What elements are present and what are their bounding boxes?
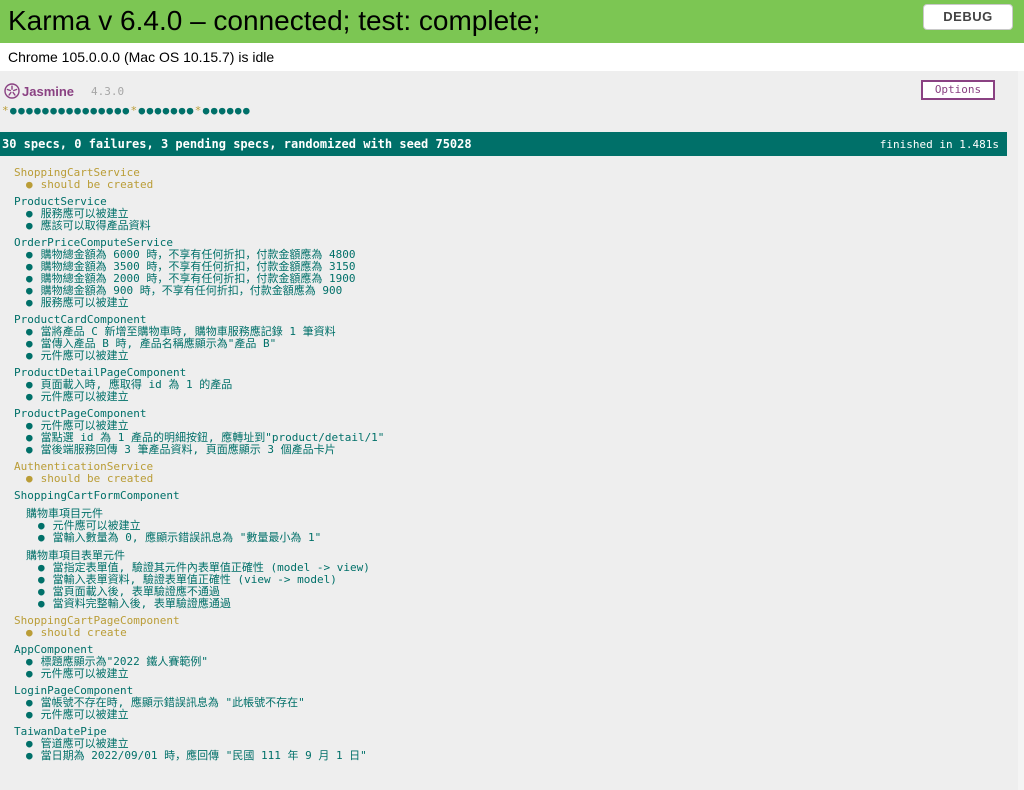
jasmine-reporter: Jasmine 4.3.0 Options *●●●●●●●●●●●●●●●*●… xyxy=(0,71,1018,790)
pending-symbol: * xyxy=(194,104,203,117)
nested-suite-holder: 購物車項目元件 ● 元件應可以被建立 ● 當輸入數量為 0, 應顯示錯誤訊息為 "數… xyxy=(14,508,384,544)
bullet-icon: ● xyxy=(26,296,33,309)
suite: 購物車項目元件 ● 元件應可以被建立 ● 當輸入數量為 0, 應顯示錯誤訊息為 "數… xyxy=(26,508,384,544)
spec-label: 元件應可以被建立 xyxy=(34,349,129,362)
spec-label: should be created xyxy=(34,472,154,485)
suite: ProductService ● 服務應可以被建立 ● 應該可以取得產品資料 xyxy=(14,196,384,232)
spec-item[interactable]: ● 當後端服務回傳 3 筆產品資料, 頁面應顯示 3 個產品卡片 xyxy=(26,444,384,456)
bullet-icon: ● xyxy=(26,667,33,680)
bullet-icon: ● xyxy=(26,390,33,403)
passed-symbol: ● xyxy=(170,104,179,117)
passed-symbol: ● xyxy=(202,104,211,117)
passed-symbol: ● xyxy=(10,104,19,117)
spec-item[interactable]: ● 當資料完整輸入後, 表單驗證應通過 xyxy=(38,598,384,610)
suite: ShoppingCartFormComponent 購物車項目元件 ● 元件應可以被… xyxy=(14,490,384,610)
spec-label: 當資料完整輸入後, 表單驗證應通過 xyxy=(46,597,231,610)
pending-symbol: * xyxy=(130,104,139,117)
spec-item[interactable]: ● 元件應可以被建立 xyxy=(26,709,384,721)
browser-status: Chrome 105.0.0.0 (Mac OS 10.15.7) is idl… xyxy=(8,49,275,65)
suite: 購物車項目表單元件 ● 當指定表單值, 驗證其元件內表單值正確性 (model -… xyxy=(26,550,384,610)
passed-symbol: ● xyxy=(42,104,51,117)
suite: ShoppingCartService ● should be created xyxy=(14,167,384,191)
spec-label: 應該可以取得產品資料 xyxy=(34,219,151,232)
passed-symbol: ● xyxy=(226,104,235,117)
passed-symbol: ● xyxy=(218,104,227,117)
spec-item[interactable]: ● 元件應可以被建立 xyxy=(26,391,384,403)
suite: TaiwanDatePipe ● 管道應可以被建立 ● 當日期為 2022/09/0… xyxy=(14,726,384,762)
karma-status-title: Karma v 6.4.0 – connected; test: complet… xyxy=(8,5,541,36)
jasmine-logo: Jasmine xyxy=(4,83,74,99)
suite: ProductCardComponent ● 當將產品 C 新增至購物車時, 購物… xyxy=(14,314,384,362)
spec-item[interactable]: ● 元件應可以被建立 xyxy=(26,668,384,680)
pending-symbol: * xyxy=(2,104,11,117)
spec-label: 當日期為 2022/09/01 時，應回傳 "民國 111 年 9 月 1 日" xyxy=(34,749,367,762)
spec-label: 元件應可以被建立 xyxy=(34,708,129,721)
spec-item[interactable]: ● should create xyxy=(26,627,384,639)
passed-symbol: ● xyxy=(210,104,219,117)
passed-symbol: ● xyxy=(146,104,155,117)
spec-item[interactable]: ● should be created xyxy=(26,473,384,485)
passed-symbol: ● xyxy=(18,104,27,117)
page-scrollbar[interactable] xyxy=(1018,71,1024,790)
suite-title-link[interactable]: ShoppingCartFormComponent xyxy=(14,490,384,502)
spec-dot-symbols: *●●●●●●●●●●●●●●●*●●●●●●●*●●●●●● xyxy=(2,104,251,118)
passed-symbol: ● xyxy=(242,104,251,117)
spec-label: should be created xyxy=(34,178,154,191)
bullet-icon: ● xyxy=(26,443,33,456)
spec-item[interactable]: ● 服務應可以被建立 xyxy=(26,297,384,309)
spec-label: should create xyxy=(34,626,127,639)
passed-symbol: ● xyxy=(162,104,171,117)
options-button[interactable]: Options xyxy=(921,80,995,100)
spec-label: 服務應可以被建立 xyxy=(34,296,129,309)
suite: AuthenticationService ● should be created xyxy=(14,461,384,485)
bullet-icon: ● xyxy=(26,749,33,762)
bullet-icon: ● xyxy=(26,626,33,639)
jasmine-flower-icon xyxy=(4,83,20,99)
suite: AppComponent ● 標題應顯示為"2022 鐵人賽範例" ● 元件應可以被… xyxy=(14,644,384,680)
passed-symbol: ● xyxy=(50,104,59,117)
suite: ProductDetailPageComponent ● 頁面載入時, 應取得 i… xyxy=(14,367,384,403)
summary-text: 30 specs, 0 failures, 3 pending specs, r… xyxy=(2,137,472,151)
summary-bar: 30 specs, 0 failures, 3 pending specs, r… xyxy=(0,132,1007,156)
passed-symbol: ● xyxy=(186,104,195,117)
debug-button[interactable]: DEBUG xyxy=(923,4,1013,30)
spec-label: 元件應可以被建立 xyxy=(34,390,129,403)
spec-label: 當後端服務回傳 3 筆產品資料, 頁面應顯示 3 個產品卡片 xyxy=(34,443,336,456)
jasmine-logo-text: Jasmine xyxy=(22,83,75,99)
nested-suite-holder: 購物車項目表單元件 ● 當指定表單值, 驗證其元件內表單值正確性 (model -… xyxy=(14,550,384,610)
spec-label: 元件應可以被建立 xyxy=(34,667,129,680)
suite: ProductPageComponent ● 元件應可以被建立 ● 當點選 id 為… xyxy=(14,408,384,456)
bullet-icon: ● xyxy=(26,178,33,191)
spec-item[interactable]: ● 當輸入數量為 0, 應顯示錯誤訊息為 "數量最小為 1" xyxy=(38,532,384,544)
passed-symbol: ● xyxy=(178,104,187,117)
duration-text: finished in 1.481s xyxy=(879,138,999,151)
passed-symbol: ● xyxy=(234,104,243,117)
passed-symbol: ● xyxy=(138,104,147,117)
passed-symbol: ● xyxy=(122,104,131,117)
karma-banner: Karma v 6.4.0 – connected; test: complet… xyxy=(0,0,1024,43)
passed-symbol: ● xyxy=(34,104,43,117)
passed-symbol: ● xyxy=(154,104,163,117)
bullet-icon: ● xyxy=(26,219,33,232)
suite: ShoppingCartPageComponent ● should create xyxy=(14,615,384,639)
results-tree: ShoppingCartService ● should be created Pr… xyxy=(0,167,384,767)
bullet-icon: ● xyxy=(26,708,33,721)
suite: LoginPageComponent ● 當帳號不存在時, 應顯示錯誤訊息為 "此… xyxy=(14,685,384,721)
spec-item[interactable]: ● should be created xyxy=(26,179,384,191)
spec-label: 當輸入數量為 0, 應顯示錯誤訊息為 "數量最小為 1" xyxy=(46,531,322,544)
spec-item[interactable]: ● 應該可以取得產品資料 xyxy=(26,220,384,232)
spec-item[interactable]: ● 當日期為 2022/09/01 時，應回傳 "民國 111 年 9 月 1 … xyxy=(26,750,384,762)
bullet-icon: ● xyxy=(26,349,33,362)
jasmine-version: 4.3.0 xyxy=(91,85,125,98)
suite: OrderPriceComputeService ● 購物總金額為 6000 時，… xyxy=(14,237,384,309)
bullet-icon: ● xyxy=(38,531,45,544)
spec-item[interactable]: ● 元件應可以被建立 xyxy=(26,350,384,362)
bullet-icon: ● xyxy=(38,597,45,610)
passed-symbol: ● xyxy=(26,104,35,117)
bullet-icon: ● xyxy=(26,472,33,485)
